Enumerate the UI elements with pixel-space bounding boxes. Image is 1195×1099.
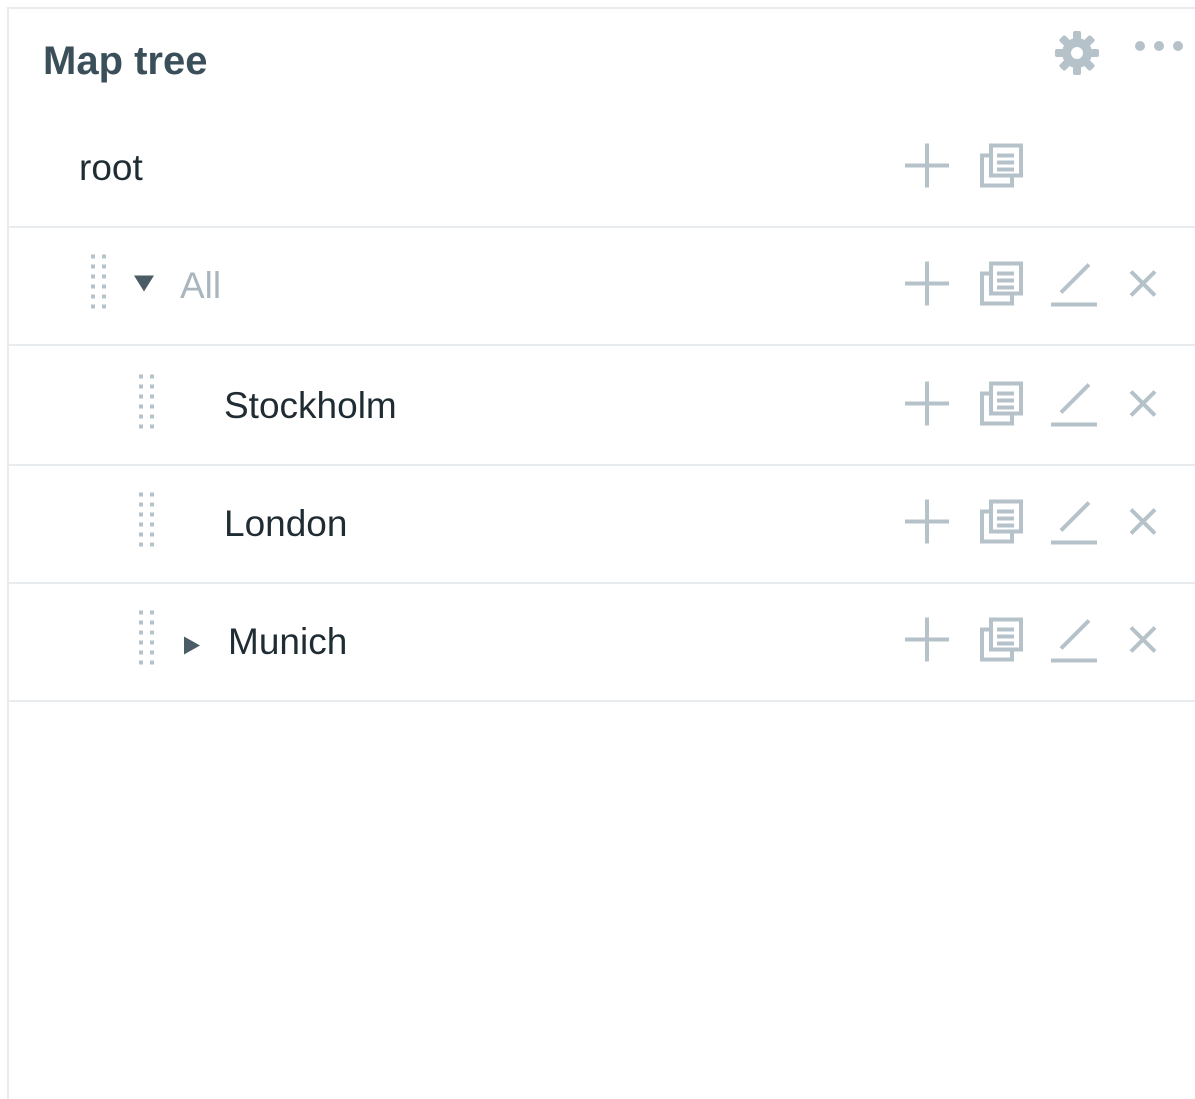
copy-icon[interactable] <box>977 615 1027 670</box>
add-icon[interactable] <box>903 380 951 433</box>
delete-icon[interactable] <box>1128 625 1158 660</box>
tree-item-label: Stockholm <box>224 385 397 426</box>
drag-handle-icon[interactable] <box>137 491 157 558</box>
tree-row: London <box>9 466 1195 584</box>
edit-icon[interactable] <box>1049 615 1099 670</box>
tree-item-label: London <box>224 503 348 544</box>
tree-row-root: root <box>9 110 1195 228</box>
tree-item-label: root <box>79 147 143 188</box>
add-icon[interactable] <box>903 260 951 313</box>
collapse-toggle-icon[interactable] <box>183 636 201 661</box>
gear-icon[interactable] <box>1053 29 1101 82</box>
tree-row: Stockholm <box>9 348 1195 466</box>
tree-row: All <box>9 228 1195 346</box>
delete-icon[interactable] <box>1128 389 1158 424</box>
copy-icon[interactable] <box>977 259 1027 314</box>
copy-icon[interactable] <box>977 497 1027 552</box>
drag-handle-icon[interactable] <box>137 609 157 676</box>
add-icon[interactable] <box>903 142 951 195</box>
drag-handle-icon[interactable] <box>137 373 157 440</box>
copy-icon[interactable] <box>977 379 1027 434</box>
panel-title: Map tree <box>43 39 208 83</box>
map-tree-panel: Map tree root All Stockholm London Munic… <box>7 7 1195 1099</box>
add-icon[interactable] <box>903 498 951 551</box>
edit-icon[interactable] <box>1049 379 1099 434</box>
edit-icon[interactable] <box>1049 259 1099 314</box>
tree-item-label: All <box>180 265 222 306</box>
delete-icon[interactable] <box>1128 269 1158 304</box>
edit-icon[interactable] <box>1049 497 1099 552</box>
more-icon[interactable] <box>1133 39 1185 58</box>
add-icon[interactable] <box>903 616 951 669</box>
expand-toggle-icon[interactable] <box>133 275 155 298</box>
tree-item-label: Munich <box>228 621 348 662</box>
drag-handle-icon[interactable] <box>89 253 109 320</box>
copy-icon[interactable] <box>977 141 1027 196</box>
tree-row: Munich <box>9 584 1195 702</box>
delete-icon[interactable] <box>1128 507 1158 542</box>
